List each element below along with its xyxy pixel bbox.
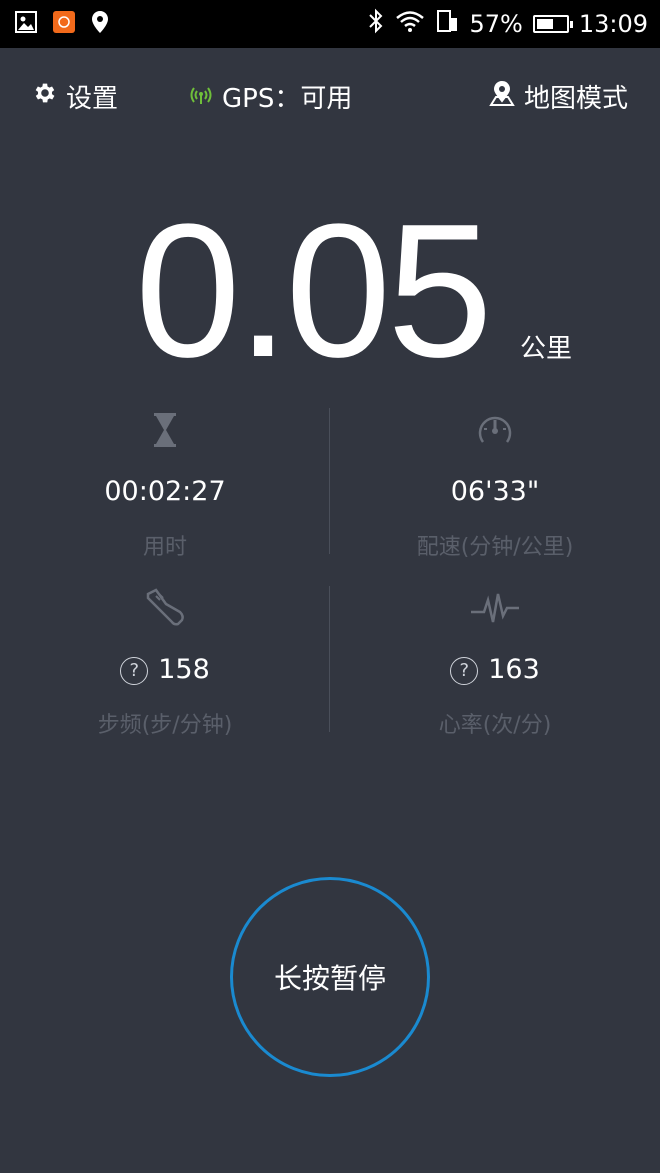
- battery-fill: [536, 19, 553, 29]
- gear-icon: [32, 80, 58, 113]
- metric-duration: 00:02:27 用时: [0, 408, 330, 561]
- metric-heart-rate: ? 163 心率(次/分): [330, 586, 660, 739]
- top-bar: 设置 GPS：可用 地图模式: [0, 72, 660, 120]
- gps-label: GPS：可用: [222, 84, 353, 114]
- cadence-label: 步频(步/分钟): [97, 713, 233, 738]
- location-pin-icon: [90, 10, 110, 38]
- duration-label: 用时: [142, 535, 187, 560]
- wifi-icon: [395, 10, 425, 38]
- pause-button[interactable]: 长按暂停: [230, 877, 430, 1077]
- cadence-value: 158: [158, 654, 210, 685]
- distance-unit: 公里: [520, 334, 573, 364]
- battery-percent: 57%: [469, 10, 523, 38]
- heartbeat-icon: [470, 590, 520, 630]
- divider-bottom: [329, 586, 330, 732]
- mi-app-icon: [52, 10, 76, 38]
- metric-pace: 06'33" 配速(分钟/公里): [330, 408, 660, 561]
- clock: 13:09: [578, 10, 648, 38]
- status-bar-right: 57% 13:09: [367, 8, 648, 40]
- heart-rate-value: 163: [488, 654, 540, 685]
- heart-rate-label: 心率(次/分): [438, 713, 552, 738]
- settings-button[interactable]: 设置: [32, 78, 118, 115]
- pause-button-label: 长按暂停: [273, 962, 386, 995]
- map-pin-icon: [488, 79, 516, 114]
- hourglass-icon: [151, 412, 179, 452]
- speedometer-icon: [476, 411, 514, 453]
- map-mode-button[interactable]: 地图模式: [488, 78, 628, 115]
- shoe-icon: [144, 588, 186, 632]
- battery-icon: [532, 15, 573, 33]
- settings-label: 设置: [66, 84, 119, 114]
- distance-display: 0.05 公里: [0, 196, 660, 386]
- metric-cadence: ? 158 步频(步/分钟): [0, 586, 330, 739]
- divider-top: [329, 408, 330, 554]
- sim-icon: [435, 9, 459, 39]
- help-icon[interactable]: ?: [450, 656, 479, 685]
- gps-signal-icon: [188, 82, 214, 112]
- distance-value: 0.05: [135, 185, 493, 397]
- duration-value: 00:02:27: [104, 476, 226, 507]
- gallery-icon: [14, 10, 38, 38]
- help-icon[interactable]: ?: [120, 656, 149, 685]
- bluetooth-icon: [367, 8, 385, 40]
- pace-label: 配速(分钟/公里): [416, 535, 574, 560]
- pace-value: 06'33": [450, 476, 540, 507]
- map-mode-label: 地图模式: [523, 84, 628, 114]
- status-bar: 57% 13:09: [0, 0, 660, 48]
- gps-status: GPS：可用: [188, 78, 352, 115]
- status-bar-left: [14, 10, 110, 38]
